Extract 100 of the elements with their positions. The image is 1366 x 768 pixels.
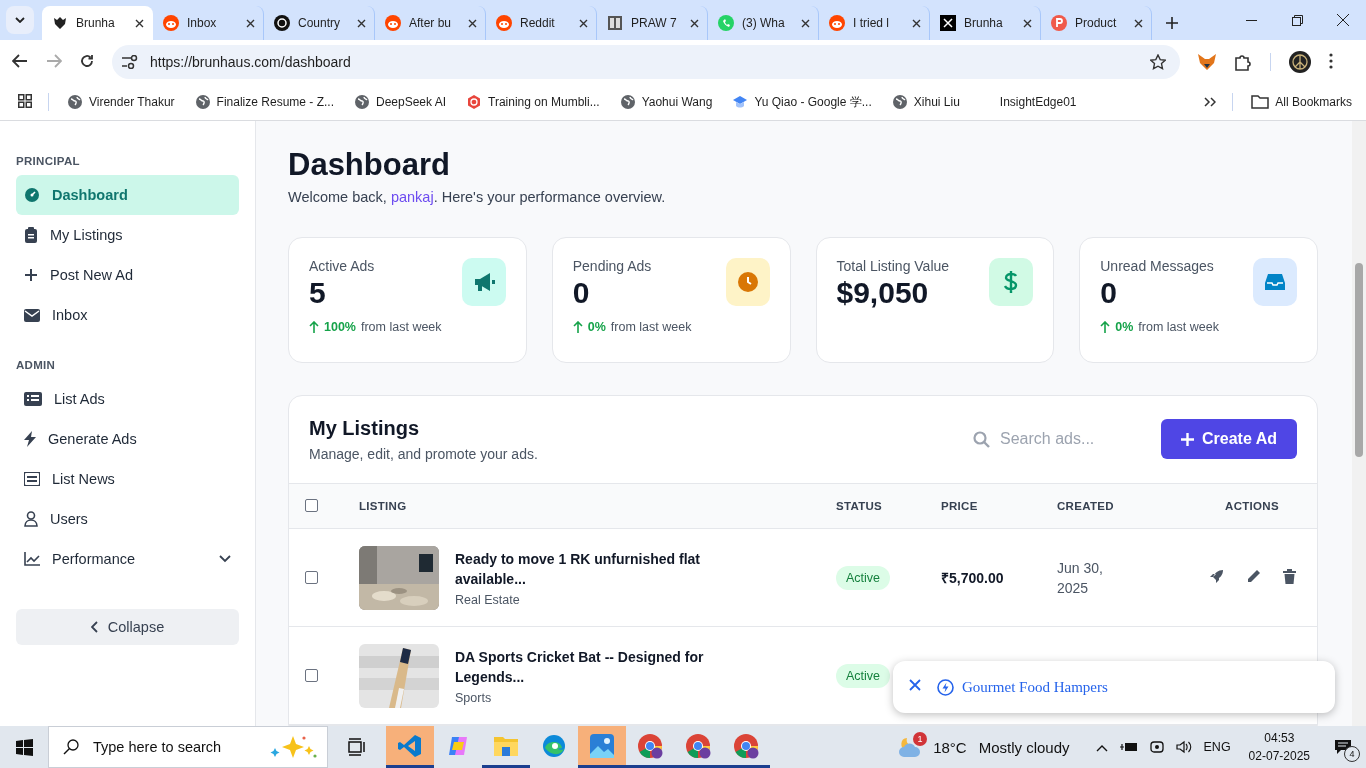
change-note: from last week (1138, 320, 1219, 334)
change-percent: 0% (587, 320, 606, 334)
listing-category: Sports (455, 690, 493, 705)
created-date: Jun 30, 2025 (1057, 558, 1104, 598)
bookmark[interactable]: Virender Thakur (65, 92, 177, 112)
column-header: STATUS (836, 499, 884, 512)
tab-search-button[interactable] (6, 6, 34, 34)
column-header: LISTING (359, 499, 408, 512)
newspaper-icon (24, 472, 40, 486)
clock-icon (737, 272, 758, 292)
stat-value: 0 (1100, 276, 1118, 310)
listing-title[interactable]: Ready to move 1 RK unfurnished flat available... (455, 548, 725, 589)
column-header: CREATED (1057, 499, 1115, 512)
page-title: Dashboard (288, 147, 451, 183)
bookmark[interactable]: Xihui Liu (889, 92, 962, 112)
listing-title[interactable]: DA Sports Cricket Bat -- Designed for Legends... (455, 646, 725, 687)
bookmark[interactable]: DeepSeek AI (352, 92, 449, 112)
nav-item[interactable]: Performance (16, 539, 239, 579)
rocket-icon (1208, 568, 1224, 584)
globe-icon (619, 94, 636, 110)
clipboard-icon (24, 227, 38, 243)
apps-grid-icon (18, 93, 32, 108)
up-arrow-icon (572, 321, 583, 333)
column-header: ACTIONS (1224, 499, 1280, 512)
fox-icon (1198, 54, 1216, 70)
close-icon (579, 18, 588, 28)
dollar-icon (1004, 271, 1019, 293)
forward-arrow-icon (46, 53, 62, 68)
taskbar-search-box[interactable]: Type here to search (48, 726, 328, 768)
column-header: PRICE (941, 499, 979, 512)
taskbar-app[interactable] (386, 726, 434, 768)
row-checkbox[interactable] (305, 571, 318, 584)
chrome-icon (733, 732, 759, 759)
change-percent: 0% (1115, 320, 1134, 334)
plus-icon (1181, 432, 1194, 446)
double-chevron-icon (1204, 96, 1217, 107)
search-icon (63, 739, 79, 755)
knot-icon (274, 15, 290, 31)
chevron-down-icon (15, 17, 25, 23)
collapse-button[interactable]: Collapse (16, 609, 239, 645)
bookmark[interactable]: Yu Qiao - Google 学... (730, 91, 874, 113)
row-checkbox[interactable] (305, 669, 318, 682)
alien-icon (163, 15, 179, 31)
bookmark[interactable]: Training on Mumbli... (464, 92, 602, 112)
bolt-circle-icon (937, 678, 954, 696)
p-circle-icon (1051, 15, 1067, 31)
windows-logo-icon (15, 738, 33, 756)
stat-value: 5 (309, 276, 327, 310)
address-bar[interactable]: https://brunhaus.com/dashboard (112, 45, 1180, 79)
stat-label: Pending Ads (572, 258, 653, 274)
nav-item[interactable]: Inbox (16, 295, 239, 335)
new-tab-button[interactable] (1166, 17, 1178, 32)
apps-button[interactable] (18, 93, 32, 111)
nav-item[interactable]: Generate Ads (16, 419, 239, 459)
menu-icon (1329, 52, 1333, 69)
plus-icon (1166, 17, 1178, 29)
alien-icon (496, 15, 512, 31)
close-icon (135, 18, 144, 28)
stat-value: 0 (572, 276, 591, 310)
task-view-icon (347, 738, 367, 756)
weather-alert-badge: 1 (913, 732, 928, 746)
inbox-tray-icon (1265, 274, 1285, 290)
bookmark[interactable]: Finalize Resume - Z... (192, 92, 336, 112)
nav-item[interactable]: My Listings (16, 215, 239, 255)
change-note: from last week (610, 320, 692, 334)
bookmark[interactable]: Yaohui Wang (617, 92, 715, 112)
weather-text: Mostly cloudy (978, 738, 1070, 756)
nav-item[interactable]: Post New Ad (16, 255, 239, 295)
nav-item[interactable]: List Ads (16, 379, 239, 419)
close-icon (1337, 14, 1349, 26)
search-field[interactable]: Search ads... (998, 429, 1132, 450)
edge-icon (542, 733, 566, 758)
notifications-button[interactable]: 4 (1328, 732, 1358, 762)
hexagon-icon (466, 94, 483, 110)
taskbar-search-field[interactable]: Type here to search (91, 738, 257, 756)
globe-icon (354, 94, 370, 110)
stat-label: Unread Messages (1100, 258, 1215, 274)
language-indicator[interactable]: ENG (1203, 740, 1231, 754)
select-all-checkbox[interactable] (305, 499, 318, 513)
nav-item[interactable]: Users (16, 499, 239, 539)
nav-item[interactable]: List News (16, 459, 239, 499)
bookmark[interactable]: InsightEdge01 (997, 93, 1079, 111)
envelope-icon (24, 308, 40, 322)
nav-item[interactable]: Dashboard (16, 175, 239, 215)
taskbar-app[interactable] (578, 726, 626, 768)
scrollbar[interactable] (1352, 121, 1366, 726)
x-logo-icon (940, 15, 956, 31)
profile-avatar-icon (1289, 51, 1311, 73)
alien-icon (385, 15, 401, 31)
line-chart-icon (24, 552, 40, 566)
delete-button[interactable] (1282, 568, 1296, 587)
all-bookmarks-button[interactable]: All Bookmarks (1249, 93, 1354, 111)
create-ad-button[interactable]: Create Ad (1161, 419, 1297, 460)
chevron-up-icon (1095, 743, 1108, 752)
close-icon (1134, 18, 1143, 28)
folder-icon (494, 734, 518, 757)
toast-text: Gourmet Food Hampers (962, 678, 1108, 696)
clock[interactable]: 04:53 02-07-2025 (1242, 729, 1316, 765)
close-icon (909, 679, 921, 691)
browser-tab[interactable]: Brunha (42, 6, 153, 40)
